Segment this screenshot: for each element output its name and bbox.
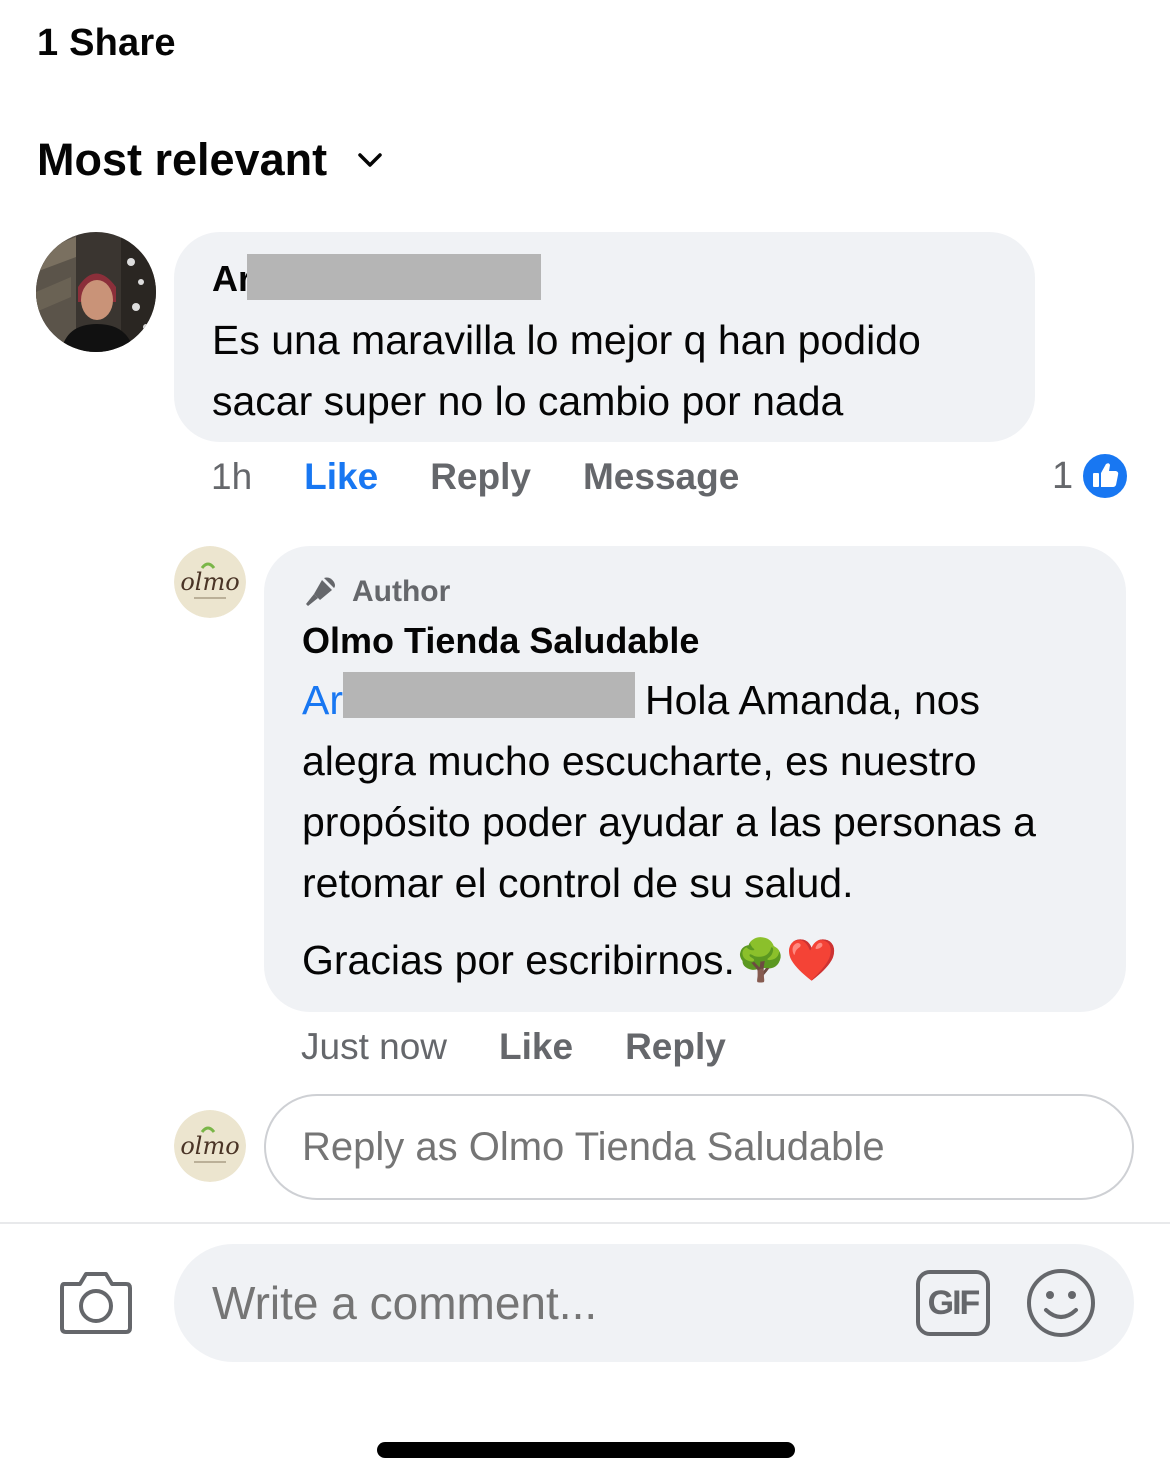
reply-input[interactable] bbox=[264, 1094, 1134, 1200]
reply-author-name[interactable]: Olmo Tienda Saludable bbox=[302, 620, 699, 662]
comment-text: Es una maravilla lo mejor q han podido s… bbox=[212, 317, 921, 424]
reply-thanks: Gracias por escribirnos. bbox=[302, 937, 735, 983]
commenter-name[interactable]: Ar bbox=[212, 258, 252, 300]
redacted-name bbox=[247, 254, 541, 300]
svg-text:olmo: olmo bbox=[180, 568, 239, 596]
redacted-mention bbox=[343, 672, 635, 718]
svg-text:olmo: olmo bbox=[180, 1132, 239, 1160]
thumbs-up-icon bbox=[1081, 452, 1130, 500]
reply-actions: Just now Like Reply bbox=[301, 1026, 778, 1068]
mention-link[interactable]: Ar bbox=[302, 677, 343, 723]
reply-reply-button[interactable]: Reply bbox=[625, 1026, 726, 1068]
gif-button[interactable]: GIF bbox=[916, 1270, 990, 1336]
reaction-summary[interactable]: 1 bbox=[1052, 452, 1130, 500]
comment-bubble: Ar Es una maravilla lo mejor q han podid… bbox=[174, 232, 1035, 442]
reply-like-button[interactable]: Like bbox=[499, 1026, 573, 1068]
page-avatar[interactable]: olmo bbox=[174, 546, 246, 618]
reply-button[interactable]: Reply bbox=[430, 456, 531, 498]
comment-time: 1h bbox=[211, 456, 253, 497]
microphone-icon bbox=[306, 577, 335, 606]
reply-text: Ar Hola Amanda, nos alegra mucho escuchar… bbox=[302, 670, 1102, 914]
reply-text-line2: Gracias por escribirnos. 🌳❤️ bbox=[302, 930, 837, 991]
comments-screen: 1 Share Most relevant Ar Es una maravill… bbox=[0, 0, 1170, 1483]
page-avatar: olmo bbox=[174, 1110, 246, 1182]
comment-actions: 1h Like Reply Message bbox=[211, 456, 791, 498]
comment-composer: GIF bbox=[174, 1244, 1134, 1362]
reply-time: Just now bbox=[301, 1026, 448, 1067]
chevron-down-icon bbox=[358, 153, 382, 167]
author-badge-label: Author bbox=[352, 575, 451, 608]
divider bbox=[0, 1222, 1170, 1224]
sort-label: Most relevant bbox=[37, 134, 328, 185]
smiley-icon[interactable] bbox=[1026, 1268, 1096, 1338]
like-button[interactable]: Like bbox=[304, 456, 378, 498]
commenter-avatar[interactable] bbox=[36, 232, 156, 352]
home-indicator[interactable] bbox=[377, 1442, 795, 1458]
camera-icon[interactable] bbox=[58, 1268, 134, 1336]
message-button[interactable]: Message bbox=[583, 456, 739, 498]
reaction-count: 1 bbox=[1052, 454, 1074, 497]
author-badge: Author bbox=[302, 574, 450, 610]
reply-bubble: Author Olmo Tienda Saludable Ar Hola Aman… bbox=[264, 546, 1126, 1012]
tree-heart-emoji: 🌳❤️ bbox=[734, 937, 838, 983]
share-count[interactable]: 1 Share bbox=[37, 22, 176, 65]
sort-dropdown[interactable]: Most relevant bbox=[37, 134, 385, 186]
comment-input[interactable] bbox=[212, 1278, 892, 1328]
